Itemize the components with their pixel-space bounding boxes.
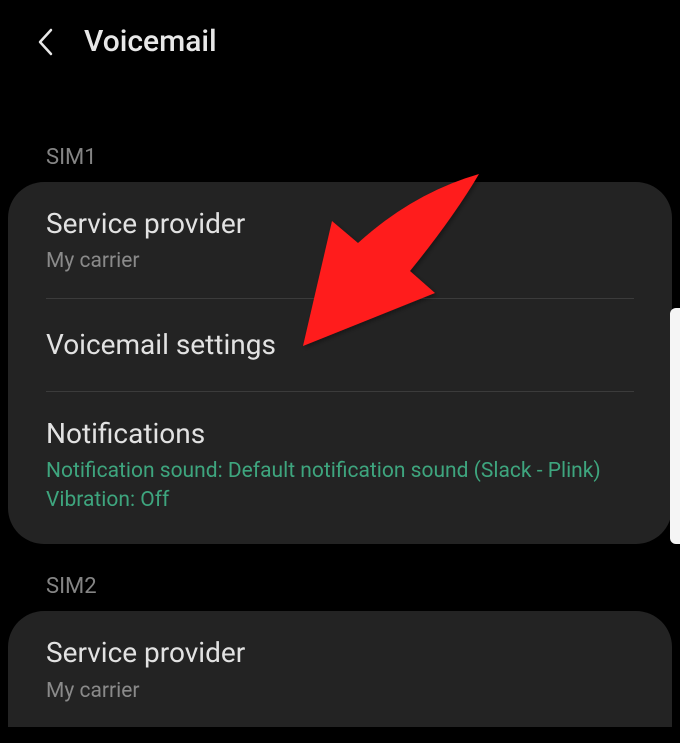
chevron-left-icon	[36, 26, 54, 58]
item-title: Voicemail settings	[46, 327, 634, 363]
section-header-sim2: SIM2	[0, 544, 680, 611]
service-provider-item[interactable]: Service provider My carrier	[8, 182, 672, 298]
voicemail-settings-item[interactable]: Voicemail settings	[8, 299, 672, 391]
item-subtitle: Notification sound: Default notification…	[46, 458, 634, 485]
section-header-sim1: SIM1	[0, 77, 680, 182]
item-subtitle: My carrier	[46, 678, 634, 705]
sim2-card: Service provider My carrier	[8, 611, 672, 727]
header: Voicemail	[0, 0, 680, 77]
item-title: Service provider	[46, 635, 634, 671]
item-subtitle-line2: Vibration: Off	[46, 486, 634, 514]
notifications-item[interactable]: Notifications Notification sound: Defaul…	[8, 392, 672, 544]
back-button[interactable]	[34, 26, 56, 58]
item-title: Notifications	[46, 416, 634, 452]
page-title: Voicemail	[84, 24, 217, 59]
item-subtitle: My carrier	[46, 248, 634, 275]
sim1-card: Service provider My carrier Voicemail se…	[8, 182, 672, 544]
service-provider-item-sim2[interactable]: Service provider My carrier	[8, 611, 672, 727]
scrollbar[interactable]	[670, 308, 680, 544]
item-title: Service provider	[46, 206, 634, 242]
